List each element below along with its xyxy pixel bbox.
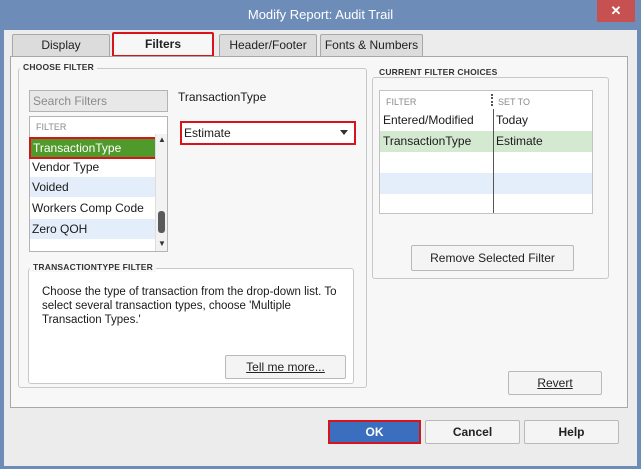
tab-label: Filters	[144, 37, 181, 51]
help-text-line-3: Transaction Types.'	[42, 314, 141, 326]
table-cell: Today	[496, 113, 529, 127]
list-item-transactiontype[interactable]: TransactionType	[29, 137, 157, 159]
tab-label: Fonts & Numbers	[324, 38, 419, 52]
column-header-set-to: SET TO	[498, 97, 531, 107]
column-divider	[491, 94, 493, 106]
table-row[interactable]: Entered/Modified Today	[380, 110, 592, 131]
cancel-button[interactable]: Cancel	[425, 420, 520, 444]
table-row-empty	[380, 152, 592, 173]
button-label: Remove Selected Filter	[430, 251, 555, 265]
current-filters-table: FILTER SET TO Entered/Modified Today Tra…	[379, 90, 593, 214]
column-separator	[493, 109, 494, 213]
tab-filters[interactable]: Filters	[112, 32, 214, 57]
transactiontype-label: TransactionType	[178, 90, 267, 104]
help-text-line-2: select several transaction types, choose…	[42, 300, 291, 312]
tab-header-footer[interactable]: Header/Footer	[219, 34, 317, 56]
list-item-workers-comp-code[interactable]: Workers Comp Code	[30, 198, 155, 218]
tab-label: Header/Footer	[229, 38, 307, 52]
search-filters-input[interactable]: Search Filters	[29, 90, 168, 112]
filter-list: FILTER TransactionType Vendor Type Voide…	[29, 116, 168, 252]
ok-button[interactable]: OK	[328, 420, 421, 444]
tab-fonts-numbers[interactable]: Fonts & Numbers	[320, 34, 423, 56]
list-item-voided[interactable]: Voided	[30, 177, 155, 197]
tell-me-more-button[interactable]: Tell me more...	[225, 355, 346, 379]
table-row-empty	[380, 173, 592, 194]
choose-filter-title: CHOOSE FILTER	[20, 62, 97, 72]
transactiontype-filter-title: TRANSACTIONTYPE FILTER	[30, 262, 156, 272]
dropdown-value: Estimate	[184, 126, 231, 140]
window-title: Modify Report: Audit Trail	[0, 0, 641, 30]
table-row[interactable]: TransactionType Estimate	[380, 131, 592, 152]
transactiontype-dropdown[interactable]: Estimate	[180, 121, 356, 145]
list-item-zero-qoh[interactable]: Zero QOH	[30, 219, 155, 239]
scroll-down-icon[interactable]: ▼	[156, 238, 168, 250]
tab-display[interactable]: Display	[12, 34, 110, 56]
button-label: Revert	[537, 376, 573, 390]
list-item-vendor-type[interactable]: Vendor Type	[30, 157, 155, 177]
close-icon[interactable]: ✕	[597, 0, 635, 22]
button-label: Tell me more...	[246, 360, 325, 374]
column-header-filter: FILTER	[386, 97, 417, 107]
current-filter-choices-title: CURRENT FILTER CHOICES	[376, 67, 501, 77]
list-header: FILTER	[36, 122, 67, 132]
tab-label: Display	[41, 38, 81, 52]
table-row-empty	[380, 194, 592, 213]
table-cell: Entered/Modified	[383, 113, 474, 127]
help-button[interactable]: Help	[524, 420, 619, 444]
help-text-line-1: Choose the type of transaction from the …	[42, 286, 337, 298]
chevron-down-icon	[340, 130, 348, 135]
remove-selected-filter-button[interactable]: Remove Selected Filter	[411, 245, 574, 271]
scroll-thumb[interactable]	[158, 211, 165, 233]
table-cell: Estimate	[496, 134, 543, 148]
scroll-up-icon[interactable]: ▲	[156, 134, 168, 146]
filter-list-scrollbar[interactable]: ▲ ▼	[155, 134, 167, 251]
table-cell: TransactionType	[383, 134, 472, 148]
revert-button[interactable]: Revert	[508, 371, 602, 395]
